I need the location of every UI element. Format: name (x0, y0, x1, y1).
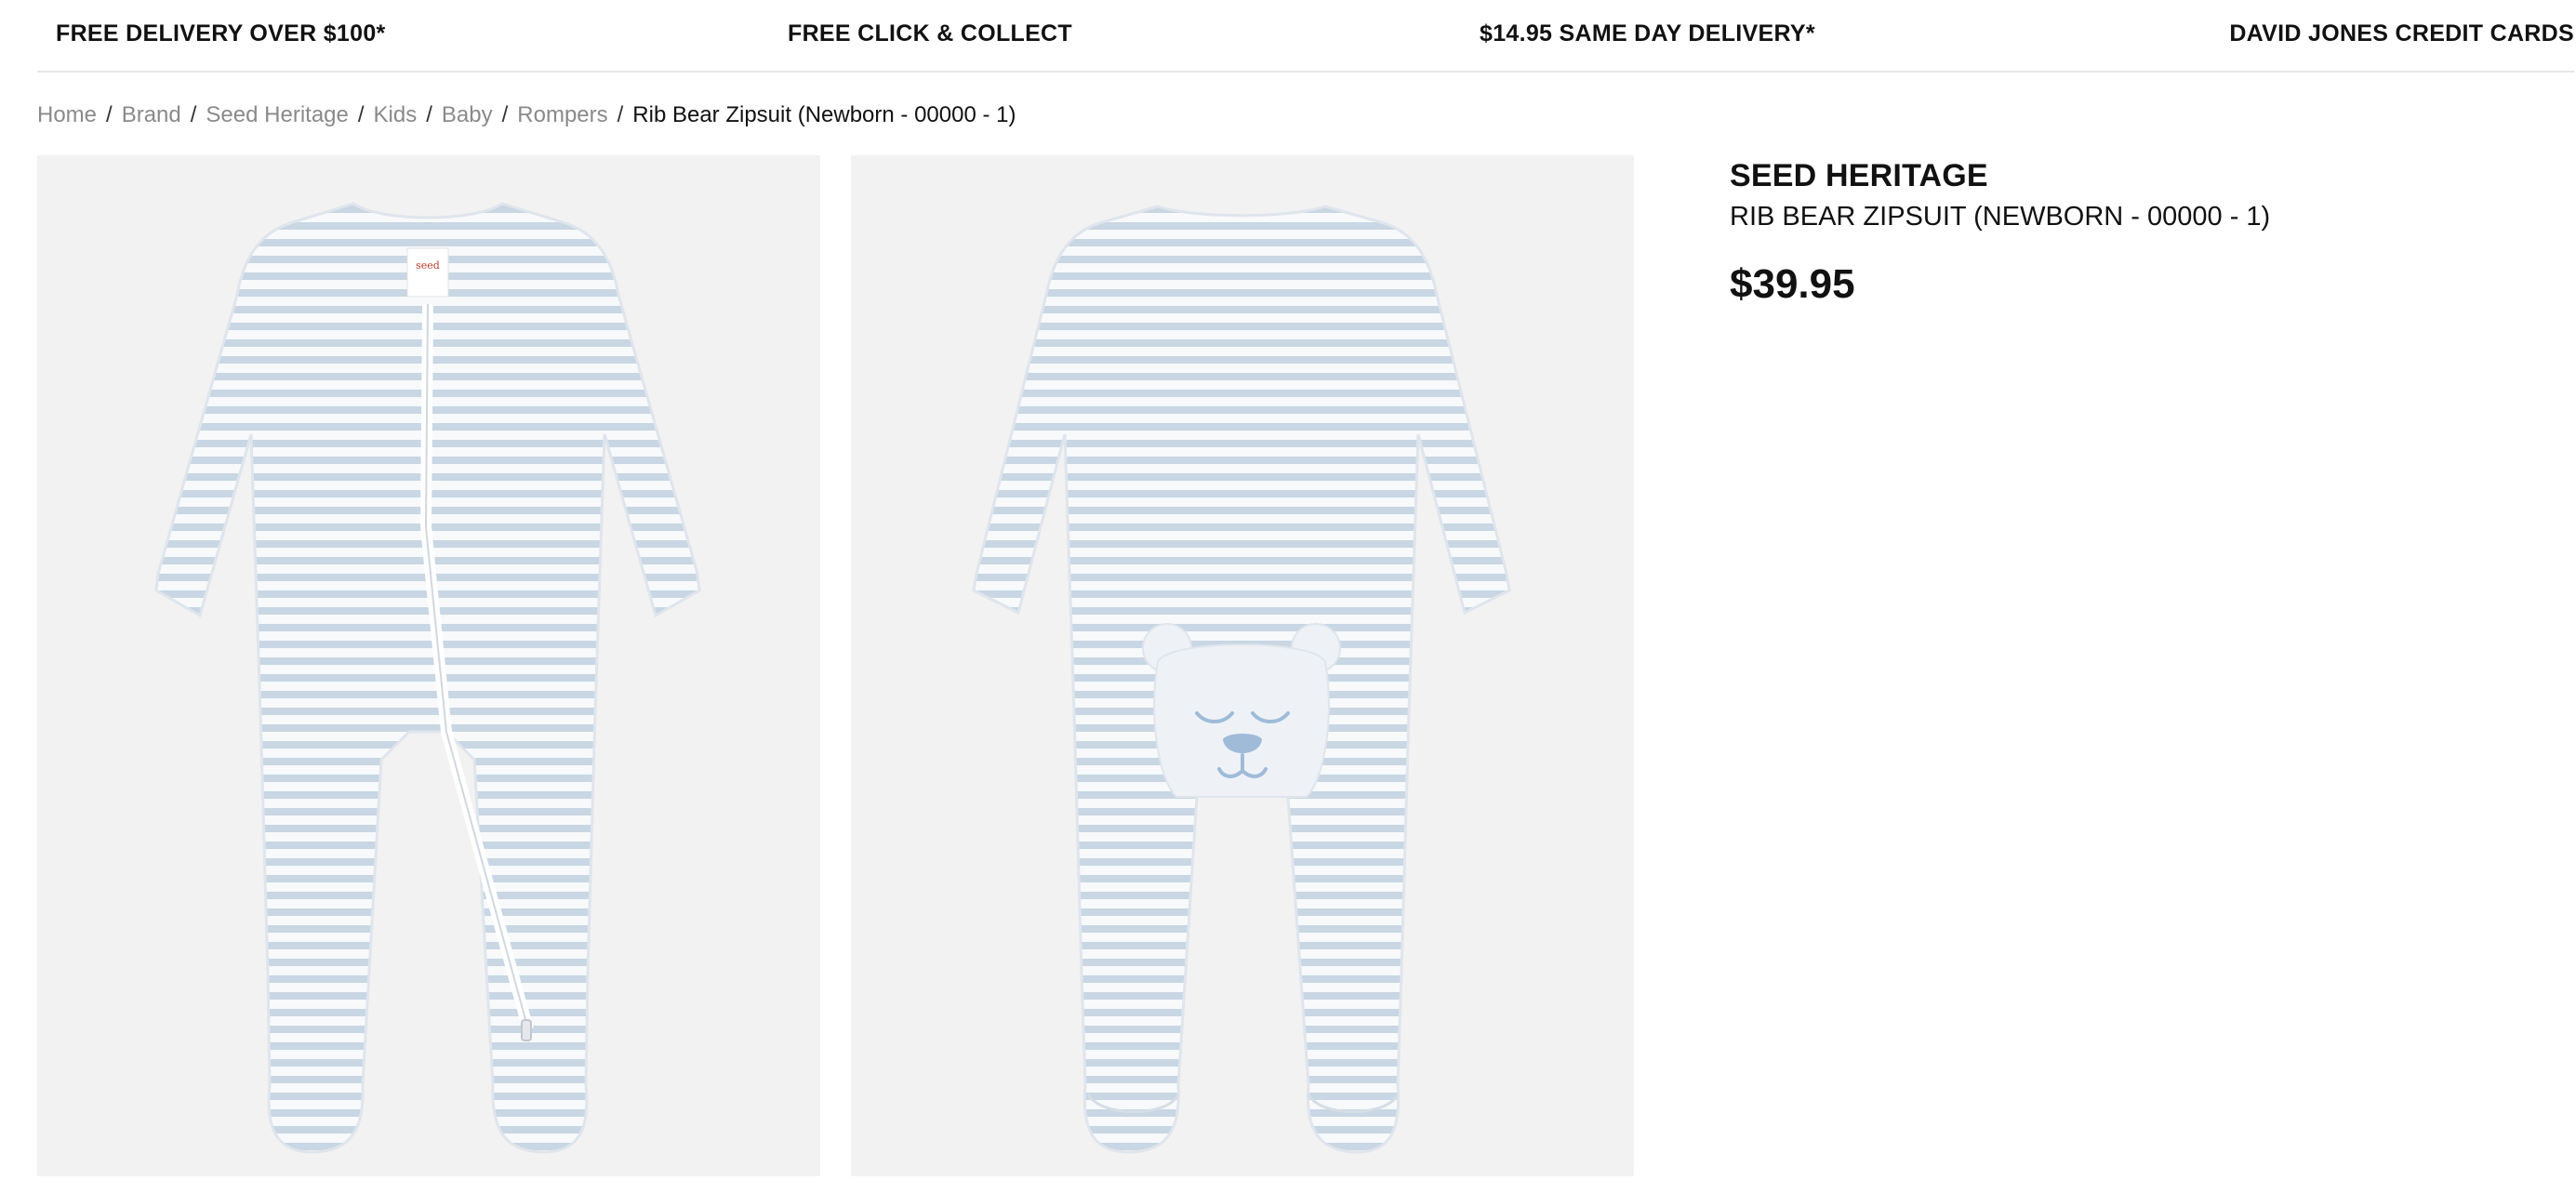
breadcrumb-separator: / (106, 102, 113, 127)
breadcrumb-brand[interactable]: Brand (122, 102, 181, 127)
breadcrumb-baby[interactable]: Baby (442, 102, 493, 127)
promo-click-collect-link[interactable]: FREE CLICK & COLLECT (788, 19, 1072, 48)
breadcrumb-separator: / (501, 102, 509, 127)
breadcrumb: Home / Brand / Seed Heritage / Kids / Baby / Rompe… (37, 99, 1016, 132)
product-name: RIB BEAR ZIPSUIT (NEWBORN - 00000 - 1) (1730, 202, 2271, 232)
product-image-front[interactable]: seed (37, 155, 820, 1176)
breadcrumb-home[interactable]: Home (37, 102, 97, 127)
product-info: SEED HERITAGE RIB BEAR ZIPSUIT (NEWBORN … (1730, 156, 2548, 309)
svg-text:seed: seed (416, 259, 440, 272)
product-brand-link[interactable]: SEED HERITAGE (1730, 156, 2548, 195)
promo-same-day-delivery-link[interactable]: $14.95 SAME DAY DELIVERY* (1480, 19, 1815, 48)
product-image-back[interactable] (851, 155, 1634, 1176)
product-price: $39.95 (1730, 261, 1855, 307)
breadcrumb-separator: / (426, 102, 432, 127)
breadcrumb-separator: / (190, 102, 197, 127)
breadcrumb-kids[interactable]: Kids (374, 102, 418, 127)
breadcrumb-separator: / (357, 102, 365, 127)
product-page: FREE DELIVERY OVER $100* FREE CLICK & CO… (0, 0, 2576, 1193)
breadcrumb-separator: / (617, 102, 624, 127)
promo-bar: FREE DELIVERY OVER $100* FREE CLICK & CO… (37, 0, 2574, 73)
breadcrumb-current: Rib Bear Zipsuit (Newborn - 00000 - 1) (632, 102, 1016, 127)
promo-credit-cards-link[interactable]: DAVID JONES CREDIT CARDS (2229, 19, 2574, 48)
zipsuit-back-illustration (972, 205, 1511, 1154)
promo-free-delivery-link[interactable]: FREE DELIVERY OVER $100* (56, 19, 386, 48)
bear-face-icon (1142, 623, 1341, 798)
zipsuit-front-illustration: seed (154, 202, 701, 1154)
breadcrumb-rompers[interactable]: Rompers (517, 102, 607, 127)
breadcrumb-seed-heritage[interactable]: Seed Heritage (206, 102, 348, 127)
